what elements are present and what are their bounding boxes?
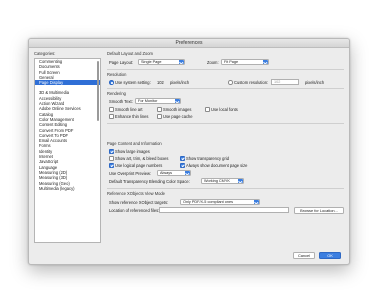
use-page-cache-label: Use page cache [163,114,193,119]
page-content-title: Page Content and Information [107,141,162,146]
enhance-thin-lines-label: Enhance thin lines [115,114,149,119]
show-large-images-checkbox[interactable] [109,149,114,154]
preferences-window: Preferences Categories: Commenting Docume… [28,38,350,265]
categories-label: Categories: [34,51,56,56]
xobjects-title: Reference XObjects View Mode [107,191,165,196]
smooth-line-art-checkbox[interactable] [109,107,114,112]
blending-select[interactable]: Working CMYK [201,178,244,184]
location-label: Location of referenced files: [109,208,160,213]
logical-page-numbers-checkbox[interactable] [109,163,114,168]
blending-label: Default Transparency Blending Color Spac… [109,179,190,184]
zoom-select[interactable]: Fit Page [221,59,269,65]
ok-button[interactable]: OK [319,252,341,259]
browse-button[interactable]: Browse for Location... [294,207,344,214]
always-show-size-checkbox[interactable] [180,163,185,168]
divider [107,69,344,70]
overprint-label: Use Overprint Preview: [109,171,152,176]
system-setting-label: Use system setting: [115,80,151,85]
sidebar-scrollbar[interactable] [97,61,99,121]
layout-zoom-title: Default Layout and Zoom [107,51,153,56]
page-display-panel: Default Layout and Zoom Page Layout: Sin… [105,50,346,246]
chevron-down-icon [185,171,190,175]
zoom-label: Zoom: [207,60,219,65]
system-setting-unit: pixels/inch [170,80,190,85]
divider [107,88,344,89]
window-title: Preferences [29,39,349,48]
smooth-images-checkbox[interactable] [157,107,162,112]
divider [107,188,344,189]
custom-resolution-radio[interactable] [228,80,233,85]
sidebar-item-multimedia-legacy[interactable]: Multimedia (legacy) [35,186,100,191]
cancel-button[interactable]: Cancel [293,252,315,259]
show-targets-select[interactable]: Only PDF/X-5 compliant ones [180,199,260,205]
enhance-thin-lines-checkbox[interactable] [109,114,114,119]
chevron-down-icon [238,179,243,183]
show-art-trim-checkbox[interactable] [109,156,114,161]
system-setting-value: 102 [157,80,164,85]
resolution-title: Resolution [107,72,127,77]
show-art-trim-label: Show art, trim, & bleed boxes [115,156,169,161]
page-layout-label: Page Layout: [109,60,134,65]
smooth-text-select[interactable]: For Monitor [135,98,181,104]
always-show-size-label: Always show document page size [186,163,248,168]
overprint-select[interactable]: Always [157,170,191,176]
chevron-down-icon [263,60,268,64]
smooth-line-art-label: Smooth line art [115,107,143,112]
divider [107,123,344,124]
chevron-down-icon [179,60,184,64]
show-large-images-label: Show large images [115,149,150,154]
show-transparency-grid-label: Show transparency grid [186,156,230,161]
use-local-fonts-label: Use local fonts [211,107,238,112]
chevron-down-icon [254,200,259,204]
smooth-text-label: Smooth Text: [109,99,133,104]
smooth-images-label: Smooth images [163,107,192,112]
custom-resolution-unit: pixels/inch [305,80,325,85]
system-setting-radio[interactable] [109,80,114,85]
page-layout-select[interactable]: Single Page [138,59,185,65]
custom-resolution-input[interactable]: 102 [271,79,299,85]
logical-page-numbers-label: Use logical page numbers [115,163,163,168]
rendering-title: Rendering [107,91,126,96]
use-local-fonts-checkbox[interactable] [205,107,210,112]
show-targets-label: Show reference XObject targets: [109,200,169,205]
categories-list[interactable]: Commenting Documents Full Screen General Pag… [34,58,101,243]
use-page-cache-checkbox[interactable] [157,114,162,119]
show-transparency-grid-checkbox[interactable] [180,156,185,161]
location-input[interactable] [159,207,289,213]
chevron-down-icon [175,99,180,103]
custom-resolution-label: Custom resolution: [234,80,269,85]
